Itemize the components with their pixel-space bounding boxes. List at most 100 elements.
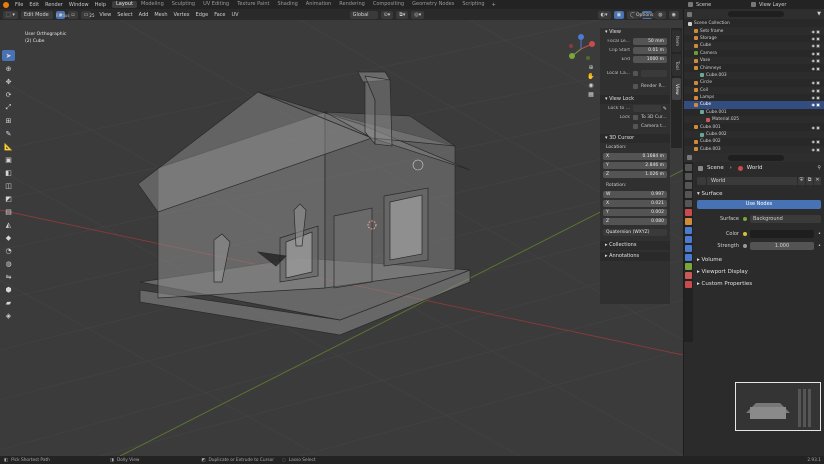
lock-to-3d-cursor-checkbox[interactable] — [633, 115, 638, 120]
menu-face[interactable]: Face — [214, 12, 225, 18]
outliner-row[interactable]: Cube.003 — [684, 71, 824, 80]
local-camera-checkbox[interactable] — [633, 71, 638, 76]
visibility-eye-icon[interactable]: ◉ ▣ — [811, 43, 820, 48]
cursor-rotation-z-field[interactable]: Z 0.080 — [603, 218, 667, 225]
fake-user-icon[interactable]: ⛨ — [798, 176, 805, 185]
poly-build-tool-icon[interactable]: ◆ — [2, 232, 15, 243]
visibility-eye-icon[interactable]: ◉ ▣ — [811, 51, 820, 56]
house-model[interactable] — [137, 71, 471, 336]
edge-slide-tool-icon[interactable]: ⇋ — [2, 271, 15, 282]
xray-toggle[interactable]: ▣ — [613, 10, 625, 19]
workspace-tab-compositing[interactable]: Compositing — [369, 1, 408, 8]
outliner-row[interactable]: Cube.002 ◉ ▣ — [684, 138, 824, 145]
render-preview-thumbnail[interactable] — [735, 382, 821, 431]
outliner-row[interactable]: Lamps ◉ ▣ — [684, 94, 824, 101]
cursor-tool-icon[interactable]: ⊕ — [2, 63, 15, 74]
new-world-icon[interactable]: ⧉ — [806, 176, 813, 185]
visibility-eye-icon[interactable]: ◉ ▣ — [811, 125, 820, 130]
tool-tab-icon[interactable] — [685, 164, 692, 171]
visibility-eye-icon[interactable]: ◉ ▣ — [811, 29, 820, 34]
rotation-mode-dropdown[interactable]: Quaternion (WXYZ) — [603, 229, 667, 236]
outliner-row[interactable]: Cube.001 ◉ ▣ — [684, 123, 824, 130]
outliner-row[interactable]: Material.025 — [684, 116, 824, 124]
output-tab-icon[interactable] — [685, 182, 692, 189]
annotations-header[interactable]: ▸ Annotations — [600, 252, 670, 261]
viewport-overlays-button[interactable]: ◐▾ — [597, 10, 611, 19]
mode-selector[interactable]: Edit Mode — [20, 10, 53, 19]
shrink-fatten-tool-icon[interactable]: ⬢ — [2, 284, 15, 295]
visibility-eye-icon[interactable]: ◉ ▣ — [811, 80, 820, 85]
use-nodes-button[interactable]: Use Nodes — [697, 200, 821, 209]
world-name-field[interactable]: World — [707, 176, 797, 185]
visibility-eye-icon[interactable]: ◉ ▣ — [811, 95, 820, 100]
add-cube-tool-icon[interactable]: ▣ — [2, 154, 15, 165]
shading-material-button[interactable]: ◍ — [655, 10, 666, 19]
viewport-canvas[interactable] — [0, 20, 683, 456]
clip-end-field[interactable]: 1000 m — [633, 56, 667, 63]
outliner-row[interactable]: Cube.003 ◉ ▣ — [684, 145, 824, 154]
shading-rendered-button[interactable]: ◉ — [668, 10, 679, 19]
properties-search-input[interactable] — [728, 154, 784, 161]
filter-icon[interactable]: ▼ — [817, 11, 821, 17]
world-tab-icon[interactable] — [685, 209, 692, 216]
cursor-rotation-y-field[interactable]: Y 0.002 — [603, 209, 667, 216]
shear-tool-icon[interactable]: ▰ — [2, 297, 15, 308]
cursor-rotation-w-field[interactable]: W 0.997 — [603, 191, 667, 198]
surface-panel-header[interactable]: ▾ Surface — [694, 189, 824, 200]
add-workspace-icon[interactable]: + — [492, 2, 496, 8]
menu-window[interactable]: Window — [69, 2, 89, 8]
volume-panel-header[interactable]: ▸ Volume — [694, 255, 824, 266]
view-lock-header[interactable]: ▾ View Lock — [600, 95, 670, 104]
data-tab-icon[interactable] — [685, 263, 692, 270]
menu-uv[interactable]: UV — [232, 12, 239, 18]
object-tab-icon[interactable] — [685, 218, 692, 225]
viewport-display-panel-header[interactable]: ▸ Viewport Display — [694, 267, 824, 278]
view-layer-tab-icon[interactable] — [685, 191, 692, 198]
focal-length-field[interactable]: 50 mm — [633, 38, 667, 45]
extrude-tool-icon[interactable]: ◧ — [2, 167, 15, 178]
physics-tab-icon[interactable] — [685, 245, 692, 252]
menu-mesh[interactable]: Mesh — [154, 12, 167, 18]
cursor-location-z-field[interactable]: Z 1.026 m — [603, 171, 667, 178]
options-dropdown[interactable]: Options — [630, 12, 657, 19]
scene-selector[interactable]: Scene — [696, 2, 748, 8]
spin-tool-icon[interactable]: ◔ — [2, 245, 15, 256]
zoom-icon[interactable]: ⊕ — [586, 64, 596, 73]
visibility-eye-icon[interactable]: ◉ ▣ — [811, 58, 820, 63]
pan-hand-icon[interactable]: ✋ — [586, 73, 596, 82]
scale-tool-icon[interactable]: ⤢ — [2, 102, 15, 113]
navigation-gizmo[interactable] — [566, 34, 596, 64]
outliner-row[interactable]: Storage ◉ ▣ — [684, 35, 824, 42]
pivot-point-button[interactable]: ⊙▾ — [380, 10, 394, 19]
keyframe-dot-icon[interactable]: • — [818, 231, 821, 237]
tab-view[interactable]: View — [672, 78, 681, 100]
radius-value[interactable]: 25 — [89, 13, 94, 18]
cursor-rotation-x-field[interactable]: X 0.021 — [603, 200, 667, 207]
menu-render[interactable]: Render — [45, 2, 63, 8]
measure-tool-icon[interactable]: 📐 — [2, 141, 15, 152]
constraints-tab-icon[interactable] — [685, 254, 692, 261]
transform-tool-icon[interactable]: ⊞ — [2, 115, 15, 126]
workspace-tab-shading[interactable]: Shading — [273, 1, 301, 8]
color-swatch[interactable] — [750, 229, 815, 238]
rip-tool-icon[interactable]: ◈ — [2, 310, 15, 321]
menu-vertex[interactable]: Vertex — [174, 12, 190, 18]
visibility-eye-icon[interactable]: ◉ ▣ — [811, 147, 820, 152]
visibility-eye-icon[interactable]: ◉ ▣ — [811, 88, 820, 93]
particles-tab-icon[interactable] — [685, 236, 692, 243]
select-tool-icon[interactable]: ➤ — [2, 50, 15, 61]
rotate-tool-icon[interactable]: ⟳ — [2, 89, 15, 100]
blender-logo-icon[interactable] — [3, 1, 9, 8]
outliner-row[interactable]: Cube ◉ ▣ — [684, 42, 824, 50]
texture-tab-icon[interactable] — [685, 281, 692, 288]
pin-icon[interactable]: ⚲ — [817, 165, 821, 171]
visibility-eye-icon[interactable]: ◉ ▣ — [811, 66, 820, 71]
menu-add[interactable]: Add — [139, 12, 149, 18]
view-layer-selector[interactable]: View Layer — [759, 2, 786, 8]
view-panel-header[interactable]: ▾ View — [600, 28, 670, 37]
3d-cursor-header[interactable]: ▾ 3D Cursor — [600, 134, 670, 143]
workspace-tab-animation[interactable]: Animation — [302, 1, 336, 8]
tab-item[interactable]: Item — [672, 30, 681, 52]
outliner-row[interactable]: Chimneys ◉ ▣ — [684, 64, 824, 71]
outliner-row[interactable]: Cube ◉ ▣ — [684, 101, 824, 109]
